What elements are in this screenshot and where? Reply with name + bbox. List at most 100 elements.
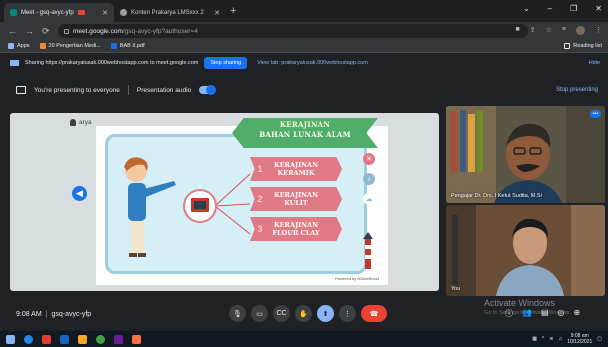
tray-app-icon[interactable]: ▦	[532, 336, 537, 342]
restore-icon[interactable]: ❐	[570, 4, 577, 13]
back-icon[interactable]: ←	[8, 26, 17, 36]
mute-icon[interactable]: ✕	[363, 153, 375, 165]
sound-icon[interactable]: ♪	[363, 173, 375, 185]
browser-tab-bar: Meet - gsq-avyc-yfp ✕ Konten Prakarya LM…	[0, 0, 608, 22]
info-icon[interactable]: ⓘ	[505, 308, 513, 319]
reading-list-icon	[564, 43, 571, 49]
app-icon-purple[interactable]	[114, 334, 123, 344]
meeting-separator: |	[45, 311, 48, 318]
tab-search-icon[interactable]: ⌄	[523, 4, 530, 13]
close-window-icon[interactable]: ✕	[595, 4, 602, 13]
windows-start-icon[interactable]	[6, 334, 15, 344]
bookmark-bab2[interactable]: BAB II.pdf	[110, 43, 145, 49]
wifi-icon[interactable]: ≋	[549, 336, 553, 342]
presenting-bar: You're presenting to everyone Presentati…	[0, 80, 608, 100]
more-options-icon[interactable]: •••	[590, 110, 601, 118]
sharing-bar: Sharing https://prakaryalusak.000webhost…	[0, 53, 608, 73]
activities-icon[interactable]: ◎	[558, 308, 565, 319]
tray-chevron-icon[interactable]: ^	[542, 336, 544, 342]
new-tab-button[interactable]: +	[230, 5, 236, 17]
meeting-info: 9:08 AM | gsq-avyc-yfp	[16, 311, 91, 318]
slide-title: KERAJINAN BAHAN LUNAK ALAM	[232, 120, 378, 140]
reload-icon[interactable]: ⟳	[42, 26, 50, 37]
previous-slide-button[interactable]: ◀	[72, 186, 87, 201]
system-tray: ▦ ^ ≋ ♫ 9:08 am 10/12/2021 ▢	[532, 333, 602, 345]
sharing-text: Sharing https://prakaryalusak.000webhost…	[25, 60, 199, 66]
craft-line1: KERAJINAN	[273, 191, 319, 199]
craft-line2: FLOUR CLAY	[272, 229, 320, 237]
tab-meet[interactable]: Meet - gsq-avyc-yfp ✕	[4, 3, 114, 22]
extensions-icon[interactable]: ≡	[562, 26, 566, 35]
volume-icon[interactable]: ♫	[558, 336, 562, 342]
meet-favicon-icon	[10, 9, 17, 16]
tab-konten[interactable]: Konten Prakarya LMSxxx 2 ✕	[114, 3, 226, 22]
meeting-time: 9:08 AM	[16, 311, 42, 318]
lock-settings-icon[interactable]: ⊕	[574, 308, 581, 319]
edge-icon[interactable]	[24, 334, 33, 344]
people-icon[interactable]: 👥	[522, 308, 532, 319]
person-icon	[70, 119, 76, 126]
stop-presenting-button[interactable]: Stop presenting	[556, 87, 598, 93]
raise-hand-button[interactable]: ✋	[295, 305, 312, 322]
leave-call-button[interactable]: ☎	[361, 305, 387, 322]
share-icon[interactable]: ⇪	[530, 26, 536, 35]
menu-icon[interactable]: ⋮	[595, 26, 602, 35]
meeting-side-controls: ⓘ 👥 ▤ ◎ ⊕	[505, 308, 580, 319]
slide-title-line2: BAHAN LUNAK ALAM	[259, 130, 351, 139]
globe-icon	[120, 9, 127, 16]
profile-avatar[interactable]	[576, 26, 585, 35]
participant-name: Pengajar Dr. Drs. I Ketut Sudita, M.Si	[451, 193, 542, 199]
bookmark-apps[interactable]: Apps	[8, 43, 30, 49]
minimize-icon[interactable]: –	[548, 4, 552, 13]
windows-taskbar	[0, 331, 608, 347]
file-explorer-icon[interactable]	[78, 334, 87, 344]
meeting-code[interactable]: gsq-avyc-yfp	[52, 311, 92, 318]
craft-line1: KERAJINAN	[273, 221, 319, 229]
app-icon-orange[interactable]	[132, 334, 141, 344]
chrome-icon[interactable]	[96, 334, 105, 344]
craft-number: 3	[257, 224, 263, 234]
tab-label: Meet - gsq-avyc-yfp	[21, 9, 74, 16]
notification-icon[interactable]: ▢	[597, 336, 602, 342]
address-bar-row: ← → ⟳ meet.google.com/gsq-avyc-yfp?authu…	[0, 22, 608, 40]
window-controls: ⌄ – ❐ ✕	[523, 4, 602, 13]
present-screen-icon	[16, 86, 26, 94]
captions-button[interactable]: CC	[273, 305, 290, 322]
site-favicon-icon	[39, 43, 46, 49]
screen-share-icon	[10, 60, 19, 66]
reading-list[interactable]: Reading list	[564, 43, 602, 49]
stop-sharing-button[interactable]: Stop sharing	[204, 57, 248, 69]
participant-tile-teacher[interactable]: ••• Pengajar Dr. Drs. I Ketut Sudita, M.…	[446, 106, 605, 203]
switch-tab-link[interactable]: View tab: prakaryalusak.000webhostapp.co…	[257, 60, 368, 66]
hide-button[interactable]: Hide	[589, 60, 600, 66]
camera-button[interactable]: ▭	[251, 305, 268, 322]
url-host: meet.google.com	[73, 27, 123, 35]
presenter-label: arya	[70, 119, 92, 126]
bookmark-star-icon[interactable]: ☆	[546, 26, 552, 35]
bookmark-pengertian[interactable]: 20 Pengertian Medi...	[39, 43, 101, 49]
slide-title-line1: KERAJINAN	[279, 120, 331, 129]
powered-by-badge[interactable]: Powered by 000webhost	[332, 275, 382, 282]
close-tab-icon[interactable]: ✕	[102, 9, 108, 17]
camera-permission-icon[interactable]: ■	[516, 26, 520, 35]
lock-icon[interactable]	[64, 28, 69, 34]
craft-number: 1	[257, 164, 263, 174]
forward-icon[interactable]: →	[25, 26, 34, 36]
url-bar[interactable]: meet.google.com/gsq-avyc-yfp?authuser=4	[58, 24, 528, 38]
activate-windows-title: Activate Windows	[484, 298, 556, 308]
present-now-button[interactable]: ⬆	[317, 305, 334, 322]
clock[interactable]: 9:08 am 10/12/2021	[567, 333, 592, 345]
app-icon-red[interactable]	[42, 334, 51, 344]
bookmark-label: BAB II.pdf	[119, 43, 145, 49]
clock-date: 10/12/2021	[567, 339, 593, 345]
word-icon[interactable]	[60, 334, 69, 344]
microphone-button[interactable]: 🎙	[229, 305, 246, 322]
recording-icon	[77, 10, 85, 15]
presenting-text: You're presenting to everyone	[34, 86, 120, 94]
presentation-audio-toggle[interactable]	[199, 85, 217, 95]
close-tab-icon[interactable]: ✕	[214, 9, 220, 17]
chat-icon[interactable]: ▤	[541, 308, 549, 319]
more-options-button[interactable]: ⋮	[339, 305, 356, 322]
participant-tile-you[interactable]: You	[446, 205, 605, 296]
url-path: /gsq-avyc-yfp?authuser=4	[122, 27, 198, 35]
